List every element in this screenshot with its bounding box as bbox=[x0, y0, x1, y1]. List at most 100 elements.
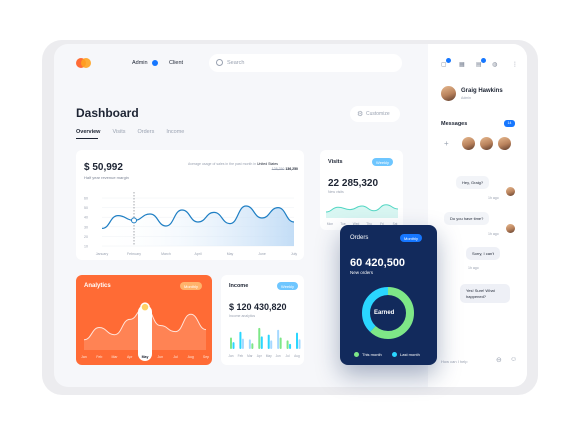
legend-swatch bbox=[354, 352, 359, 357]
right-panel: ▢ ▦ ▤ ◍ ⋮ Graig Hawkins Admin Messages 1… bbox=[428, 44, 527, 387]
x-tick-label: January bbox=[96, 252, 109, 256]
x-tick-label: May bbox=[266, 354, 272, 358]
income-bar bbox=[232, 342, 235, 349]
income-bar bbox=[239, 331, 242, 349]
y-tick-label: 60 bbox=[84, 197, 88, 201]
globe-icon[interactable]: ◍ bbox=[492, 61, 497, 68]
role-admin-label[interactable]: Admin bbox=[132, 60, 148, 66]
y-tick-label: 10 bbox=[84, 245, 88, 249]
legend-last-month: Last month bbox=[400, 352, 420, 357]
chat-message: Do you have time? bbox=[444, 212, 490, 225]
notification-badge bbox=[481, 58, 486, 63]
x-tick-label: Apr bbox=[257, 354, 263, 358]
x-tick-label: Apr bbox=[127, 355, 133, 359]
contact-avatar[interactable] bbox=[498, 137, 511, 150]
tab-orders[interactable]: Orders bbox=[138, 129, 155, 135]
legend-swatch bbox=[392, 352, 397, 357]
income-bar bbox=[277, 329, 280, 349]
x-tick-label: Jul bbox=[286, 354, 290, 358]
add-contact-icon[interactable]: + bbox=[444, 139, 449, 148]
brand-logo[interactable] bbox=[76, 58, 92, 68]
chat-time: 1h ago bbox=[468, 266, 479, 270]
x-tick-label: May bbox=[142, 355, 149, 359]
revenue-card: $ 50,992 Half year revenue margin Averag… bbox=[76, 150, 304, 260]
x-tick-label: April bbox=[194, 252, 201, 256]
x-tick-label: July bbox=[291, 252, 297, 256]
x-tick-label: Aug bbox=[294, 354, 300, 358]
x-tick-label: Mon bbox=[327, 222, 333, 226]
x-tick-label: Jan bbox=[81, 355, 87, 359]
revenue-area bbox=[102, 206, 294, 246]
x-tick-label: Feb bbox=[238, 354, 244, 358]
x-tick-label: Aug bbox=[188, 355, 194, 359]
x-tick-label: June bbox=[258, 252, 266, 256]
user-name: Graig Hawkins bbox=[461, 88, 503, 94]
message-avatar bbox=[506, 224, 515, 233]
x-tick-label: Jun bbox=[276, 354, 281, 358]
tab-bar: Overview Visits Orders Income bbox=[76, 129, 184, 139]
chat-time: 1h ago bbox=[488, 196, 499, 200]
income-bar bbox=[298, 339, 301, 349]
more-icon[interactable]: ⋮ bbox=[512, 61, 518, 68]
chat-badge bbox=[446, 58, 451, 63]
y-tick-label: 40 bbox=[84, 216, 88, 220]
donut-center-label: Earned bbox=[374, 310, 395, 316]
messages-title: Messages bbox=[441, 121, 468, 127]
analytics-card: Analytics Monthly Jan Feb Mar Apr May Jun Jul A… bbox=[76, 275, 212, 365]
chat-message: Sorry, I can't bbox=[466, 247, 501, 260]
income-bar bbox=[296, 332, 298, 349]
highlight-point bbox=[140, 302, 150, 312]
avatar[interactable] bbox=[441, 86, 456, 101]
message-input[interactable]: How can I help bbox=[441, 359, 467, 364]
highlight-point bbox=[131, 217, 137, 224]
x-tick-label: March bbox=[161, 252, 171, 256]
income-bar bbox=[258, 327, 261, 349]
x-tick-label: Jan bbox=[228, 354, 233, 358]
search-placeholder: Search bbox=[227, 59, 245, 66]
legend-this-month: This month bbox=[362, 352, 382, 357]
income-bar bbox=[286, 340, 289, 349]
income-card: Income Weekly $ 120 430,820 Income analy… bbox=[221, 275, 304, 365]
contact-avatar[interactable] bbox=[480, 137, 493, 150]
role-client-label[interactable]: Client bbox=[169, 60, 183, 66]
visits-area bbox=[326, 204, 398, 218]
y-tick-label: 30 bbox=[84, 225, 88, 229]
chat-message: Yes! Sure! What happened? bbox=[460, 284, 510, 304]
chat-message: Hey, Graig? bbox=[456, 176, 490, 189]
message-avatar bbox=[506, 187, 515, 196]
income-bar bbox=[260, 336, 263, 349]
gear-icon: ⚙ bbox=[357, 111, 364, 118]
income-bar bbox=[230, 337, 232, 349]
customize-label: Customize bbox=[366, 111, 390, 117]
user-role: Admin bbox=[461, 96, 471, 100]
income-chart: Jan Feb Mar Apr May Jun Jul Aug bbox=[228, 327, 301, 358]
attach-icon[interactable]: ⊖ bbox=[496, 356, 502, 364]
orders-donut-chart bbox=[362, 287, 414, 339]
y-tick-label: 50 bbox=[84, 206, 88, 210]
income-bar bbox=[279, 337, 282, 349]
dashboard-app: Admin Client Search Dashboard Overview V… bbox=[54, 44, 527, 387]
search-input[interactable]: Search bbox=[209, 54, 402, 72]
income-bar bbox=[241, 338, 244, 349]
analytics-chart: Jan Feb Mar Apr May Jun Jul Aug Sep bbox=[81, 302, 209, 361]
customize-button[interactable]: ⚙ Customize bbox=[350, 106, 400, 122]
role-toggle[interactable] bbox=[152, 60, 158, 66]
tab-visits[interactable]: Visits bbox=[112, 129, 125, 135]
y-tick-label: 20 bbox=[84, 235, 88, 239]
x-tick-label: Jun bbox=[157, 355, 163, 359]
x-tick-label: Mar bbox=[111, 355, 118, 359]
tab-income[interactable]: Income bbox=[166, 129, 184, 135]
emoji-icon[interactable]: ☺ bbox=[510, 356, 517, 363]
contact-avatar[interactable] bbox=[462, 137, 475, 150]
x-tick-label: February bbox=[127, 252, 141, 256]
messages-count: 14 bbox=[504, 120, 515, 127]
page-title: Dashboard bbox=[76, 106, 139, 120]
x-tick-label: Jul bbox=[173, 355, 178, 359]
income-bar bbox=[270, 340, 273, 349]
search-icon bbox=[216, 59, 223, 66]
x-tick-label: Mar bbox=[247, 354, 253, 358]
income-bar bbox=[251, 343, 254, 349]
tab-overview[interactable]: Overview bbox=[76, 129, 100, 139]
visits-chart: Mon Tue Wed Thu Fri Sat bbox=[325, 204, 399, 226]
calendar-icon[interactable]: ▦ bbox=[459, 61, 465, 68]
